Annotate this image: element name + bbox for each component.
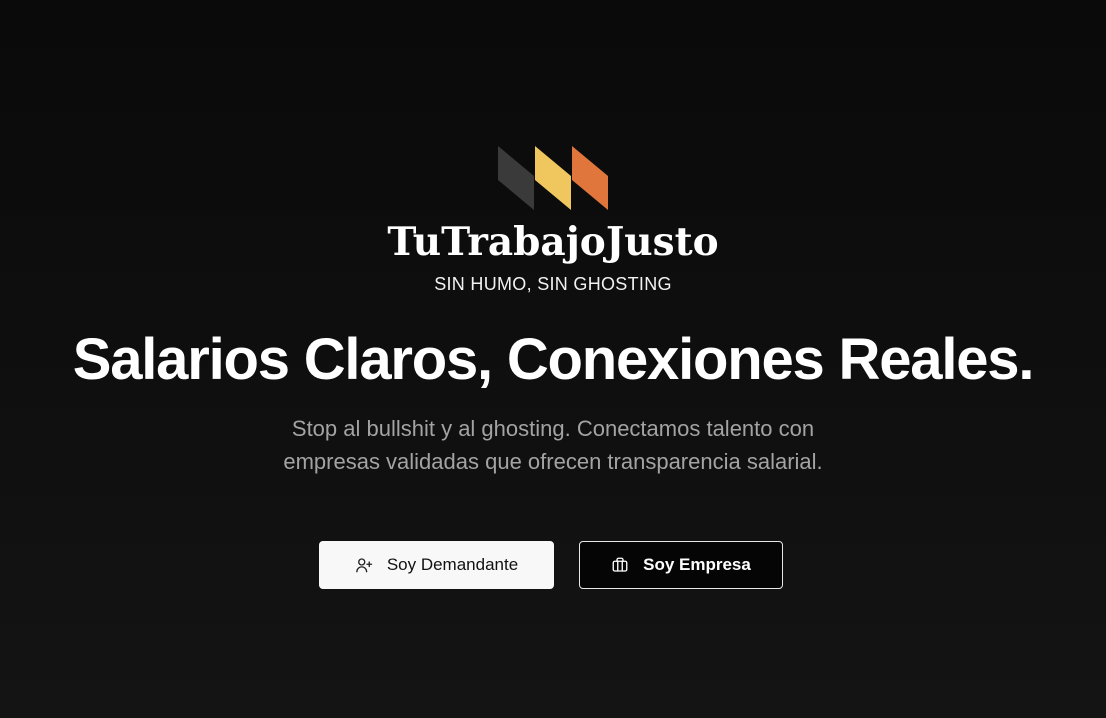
brand-name: TuTrabajoJusto (387, 219, 719, 265)
brand-tagline: SIN HUMO, SIN GHOSTING (434, 274, 672, 294)
hero-section: TuTrabajoJusto SIN HUMO, SIN GHOSTING Sa… (0, 0, 1106, 718)
company-button[interactable]: Soy Empresa (579, 541, 783, 589)
brand-logo-graphic (498, 146, 608, 210)
brand-logo (497, 146, 609, 212)
candidate-button-label: Soy Demandante (386, 555, 519, 574)
logo-stripe-dark (498, 146, 534, 210)
logo-stripe-yellow (535, 146, 571, 210)
briefcase-icon (611, 556, 629, 574)
candidate-button[interactable]: Soy Demandante (319, 541, 554, 589)
company-button-label: Soy Empresa (643, 555, 751, 574)
hero-description: Stop al bullshit y al ghosting. Conectam… (283, 416, 823, 474)
logo-stripe-orange (572, 146, 608, 210)
page-title: Salarios Claros, Conexiones Reales. (72, 327, 1035, 392)
user-plus-icon (355, 556, 373, 574)
